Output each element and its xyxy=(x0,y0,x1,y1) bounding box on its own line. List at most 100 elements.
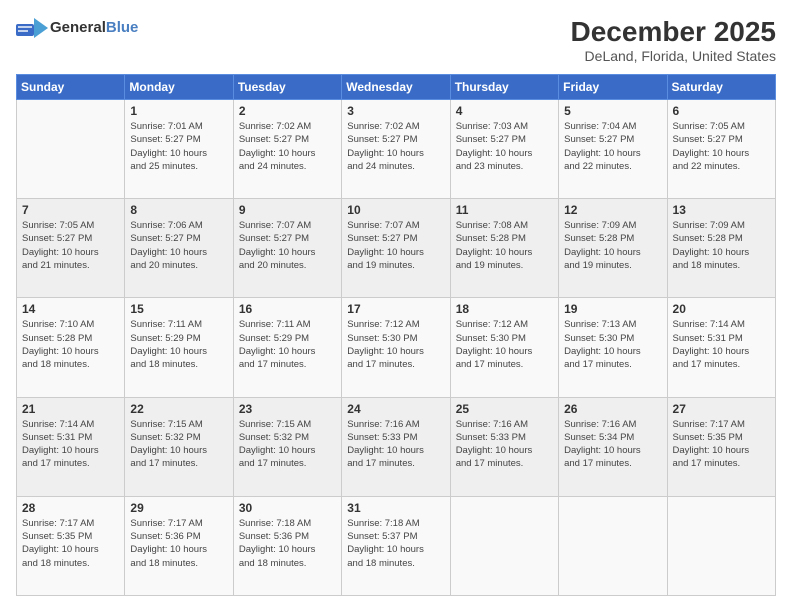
day-number: 8 xyxy=(130,203,227,217)
day-number: 1 xyxy=(130,104,227,118)
calendar-header-tuesday: Tuesday xyxy=(233,75,341,100)
day-info: Sunrise: 7:11 AM Sunset: 5:29 PM Dayligh… xyxy=(130,318,227,371)
day-info: Sunrise: 7:06 AM Sunset: 5:27 PM Dayligh… xyxy=(130,219,227,272)
calendar-cell: 7Sunrise: 7:05 AM Sunset: 5:27 PM Daylig… xyxy=(17,199,125,298)
calendar-cell xyxy=(17,100,125,199)
day-info: Sunrise: 7:18 AM Sunset: 5:37 PM Dayligh… xyxy=(347,517,444,570)
day-info: Sunrise: 7:07 AM Sunset: 5:27 PM Dayligh… xyxy=(239,219,336,272)
day-number: 14 xyxy=(22,302,119,316)
day-number: 18 xyxy=(456,302,553,316)
calendar-cell: 3 Sunrise: 7:02 AM Sunset: 5:27 PM Daylig… xyxy=(342,100,450,199)
day-number: 2 xyxy=(239,104,336,118)
calendar-header-friday: Friday xyxy=(559,75,667,100)
day-number: 11 xyxy=(456,203,553,217)
day-number: 26 xyxy=(564,402,661,416)
calendar-header-row: SundayMondayTuesdayWednesdayThursdayFrid… xyxy=(17,75,776,100)
day-number: 31 xyxy=(347,501,444,515)
calendar-week-row: 1Sunrise: 7:01 AM Sunset: 5:27 PM Daylig… xyxy=(17,100,776,199)
day-info: Sunrise: 7:04 AM Sunset: 5:27 PM Dayligh… xyxy=(564,120,661,173)
calendar-cell: 19 Sunrise: 7:13 AM Sunset: 5:30 PM Dayli… xyxy=(559,298,667,397)
calendar-cell: 25 Sunrise: 7:16 AM Sunset: 5:33 PM Dayli… xyxy=(450,397,558,496)
day-info: Sunrise: 7:12 AM Sunset: 5:30 PM Dayligh… xyxy=(347,318,444,371)
calendar-cell: 1Sunrise: 7:01 AM Sunset: 5:27 PM Daylig… xyxy=(125,100,233,199)
calendar-cell: 24 Sunrise: 7:16 AM Sunset: 5:33 PM Dayli… xyxy=(342,397,450,496)
day-number: 29 xyxy=(130,501,227,515)
day-number: 5 xyxy=(564,104,661,118)
calendar-cell: 23Sunrise: 7:15 AM Sunset: 5:32 PM Dayli… xyxy=(233,397,341,496)
day-info: Sunrise: 7:15 AM Sunset: 5:32 PM Dayligh… xyxy=(130,418,227,471)
calendar-header-monday: Monday xyxy=(125,75,233,100)
calendar-cell: 30Sunrise: 7:18 AM Sunset: 5:36 PM Dayli… xyxy=(233,496,341,595)
calendar-cell: 10 Sunrise: 7:07 AM Sunset: 5:27 PM Dayli… xyxy=(342,199,450,298)
calendar-cell: 20 Sunrise: 7:14 AM Sunset: 5:31 PM Dayli… xyxy=(667,298,775,397)
calendar-cell: 5 Sunrise: 7:04 AM Sunset: 5:27 PM Daylig… xyxy=(559,100,667,199)
calendar-cell: 18 Sunrise: 7:12 AM Sunset: 5:30 PM Dayli… xyxy=(450,298,558,397)
day-info: Sunrise: 7:12 AM Sunset: 5:30 PM Dayligh… xyxy=(456,318,553,371)
logo: GeneralBlue xyxy=(16,16,138,40)
calendar-cell: 2 Sunrise: 7:02 AM Sunset: 5:27 PM Daylig… xyxy=(233,100,341,199)
header: GeneralBlue December 2025 DeLand, Florid… xyxy=(16,16,776,64)
day-info: Sunrise: 7:07 AM Sunset: 5:27 PM Dayligh… xyxy=(347,219,444,272)
calendar-cell: 15 Sunrise: 7:11 AM Sunset: 5:29 PM Dayli… xyxy=(125,298,233,397)
month-title: December 2025 xyxy=(571,16,776,48)
day-number: 25 xyxy=(456,402,553,416)
calendar-cell: 31 Sunrise: 7:18 AM Sunset: 5:37 PM Dayli… xyxy=(342,496,450,595)
calendar-cell: 8 Sunrise: 7:06 AM Sunset: 5:27 PM Daylig… xyxy=(125,199,233,298)
calendar-cell: 27 Sunrise: 7:17 AM Sunset: 5:35 PM Dayli… xyxy=(667,397,775,496)
day-number: 6 xyxy=(673,104,770,118)
calendar-cell: 14Sunrise: 7:10 AM Sunset: 5:28 PM Dayli… xyxy=(17,298,125,397)
day-number: 12 xyxy=(564,203,661,217)
day-info: Sunrise: 7:16 AM Sunset: 5:33 PM Dayligh… xyxy=(347,418,444,471)
calendar-cell: 29Sunrise: 7:17 AM Sunset: 5:36 PM Dayli… xyxy=(125,496,233,595)
day-info: Sunrise: 7:16 AM Sunset: 5:33 PM Dayligh… xyxy=(456,418,553,471)
title-block: December 2025 DeLand, Florida, United St… xyxy=(571,16,776,64)
day-info: Sunrise: 7:13 AM Sunset: 5:30 PM Dayligh… xyxy=(564,318,661,371)
day-number: 10 xyxy=(347,203,444,217)
day-number: 15 xyxy=(130,302,227,316)
day-info: Sunrise: 7:17 AM Sunset: 5:35 PM Dayligh… xyxy=(22,517,119,570)
day-info: Sunrise: 7:05 AM Sunset: 5:27 PM Dayligh… xyxy=(22,219,119,272)
day-info: Sunrise: 7:02 AM Sunset: 5:27 PM Dayligh… xyxy=(347,120,444,173)
calendar-week-row: 14Sunrise: 7:10 AM Sunset: 5:28 PM Dayli… xyxy=(17,298,776,397)
calendar-cell: 16Sunrise: 7:11 AM Sunset: 5:29 PM Dayli… xyxy=(233,298,341,397)
calendar-header-wednesday: Wednesday xyxy=(342,75,450,100)
day-info: Sunrise: 7:14 AM Sunset: 5:31 PM Dayligh… xyxy=(22,418,119,471)
day-number: 28 xyxy=(22,501,119,515)
calendar-cell: 9Sunrise: 7:07 AM Sunset: 5:27 PM Daylig… xyxy=(233,199,341,298)
page: GeneralBlue December 2025 DeLand, Florid… xyxy=(0,0,792,612)
day-number: 19 xyxy=(564,302,661,316)
calendar-week-row: 7Sunrise: 7:05 AM Sunset: 5:27 PM Daylig… xyxy=(17,199,776,298)
calendar-cell: 28 Sunrise: 7:17 AM Sunset: 5:35 PM Dayli… xyxy=(17,496,125,595)
day-number: 24 xyxy=(347,402,444,416)
location: DeLand, Florida, United States xyxy=(571,48,776,64)
calendar-cell: 21 Sunrise: 7:14 AM Sunset: 5:31 PM Dayli… xyxy=(17,397,125,496)
day-number: 22 xyxy=(130,402,227,416)
day-number: 20 xyxy=(673,302,770,316)
day-info: Sunrise: 7:02 AM Sunset: 5:27 PM Dayligh… xyxy=(239,120,336,173)
logo-blue: Blue xyxy=(106,19,139,36)
day-number: 4 xyxy=(456,104,553,118)
day-info: Sunrise: 7:09 AM Sunset: 5:28 PM Dayligh… xyxy=(673,219,770,272)
day-info: Sunrise: 7:08 AM Sunset: 5:28 PM Dayligh… xyxy=(456,219,553,272)
day-number: 13 xyxy=(673,203,770,217)
day-number: 21 xyxy=(22,402,119,416)
day-info: Sunrise: 7:05 AM Sunset: 5:27 PM Dayligh… xyxy=(673,120,770,173)
day-info: Sunrise: 7:18 AM Sunset: 5:36 PM Dayligh… xyxy=(239,517,336,570)
day-number: 16 xyxy=(239,302,336,316)
day-number: 27 xyxy=(673,402,770,416)
day-number: 3 xyxy=(347,104,444,118)
calendar-week-row: 28 Sunrise: 7:17 AM Sunset: 5:35 PM Dayli… xyxy=(17,496,776,595)
day-info: Sunrise: 7:09 AM Sunset: 5:28 PM Dayligh… xyxy=(564,219,661,272)
day-info: Sunrise: 7:14 AM Sunset: 5:31 PM Dayligh… xyxy=(673,318,770,371)
calendar-cell: 6 Sunrise: 7:05 AM Sunset: 5:27 PM Daylig… xyxy=(667,100,775,199)
calendar-cell: 26 Sunrise: 7:16 AM Sunset: 5:34 PM Dayli… xyxy=(559,397,667,496)
calendar-cell xyxy=(450,496,558,595)
calendar-table: SundayMondayTuesdayWednesdayThursdayFrid… xyxy=(16,74,776,596)
calendar-cell: 22 Sunrise: 7:15 AM Sunset: 5:32 PM Dayli… xyxy=(125,397,233,496)
day-info: Sunrise: 7:16 AM Sunset: 5:34 PM Dayligh… xyxy=(564,418,661,471)
day-info: Sunrise: 7:17 AM Sunset: 5:35 PM Dayligh… xyxy=(673,418,770,471)
calendar-cell: 17Sunrise: 7:12 AM Sunset: 5:30 PM Dayli… xyxy=(342,298,450,397)
calendar-cell xyxy=(559,496,667,595)
calendar-cell: 13 Sunrise: 7:09 AM Sunset: 5:28 PM Dayli… xyxy=(667,199,775,298)
calendar-cell: 12 Sunrise: 7:09 AM Sunset: 5:28 PM Dayli… xyxy=(559,199,667,298)
